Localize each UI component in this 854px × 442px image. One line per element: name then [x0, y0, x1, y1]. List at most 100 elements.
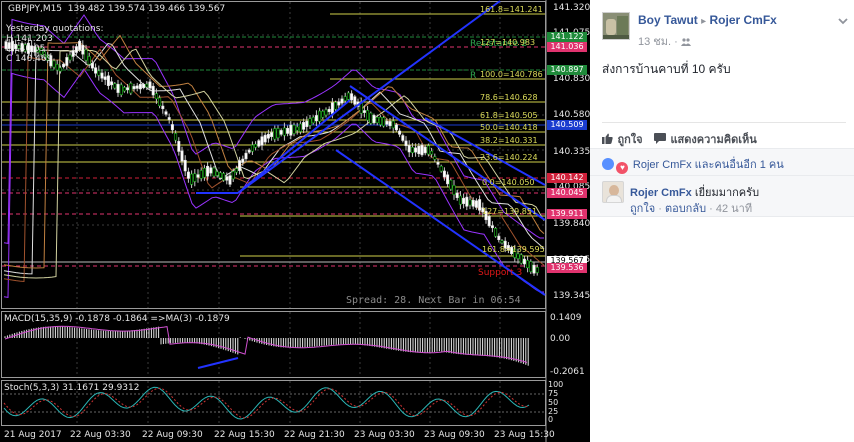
macd-label: MACD(15,35,9) -0.1878 -0.1864 =>MA(3) -0…: [4, 314, 230, 324]
price-tag: 139.911: [547, 209, 587, 219]
comment-actions: ถูกใจ · ตอบกลับ · 42 นาที: [630, 203, 753, 215]
candle: [439, 165, 443, 172]
screen: GBPJPY,M15 139.482 139.574 139.466 139.5…: [0, 0, 854, 442]
comment-reply-link[interactable]: ตอบกลับ: [665, 203, 706, 215]
price-tick: 140.830: [553, 74, 590, 84]
candle: [292, 124, 296, 134]
candle: [273, 128, 277, 140]
trading-chart[interactable]: GBPJPY,M15 139.482 139.574 139.466 139.5…: [0, 0, 590, 442]
candle: [369, 112, 373, 124]
like-icon: [602, 131, 613, 144]
candle: [289, 124, 293, 136]
reactions-row[interactable]: ♥ Rojer CmFx และคนอื่นอีก 1 คน: [602, 155, 784, 174]
candle: [215, 171, 219, 176]
candle: [119, 84, 123, 96]
comment-like-link[interactable]: ถูกใจ: [630, 203, 655, 215]
fib-level-label: 50.0=140.418: [480, 123, 538, 132]
like-button[interactable]: ถูกใจ: [602, 130, 643, 148]
candle: [238, 160, 242, 171]
author-name[interactable]: Boy Tawut: [638, 13, 698, 27]
candle: [103, 76, 107, 80]
candle: [497, 235, 501, 241]
candle: [218, 172, 222, 178]
post-time[interactable]: 13 ชม.: [638, 36, 671, 48]
facebook-post-panel: Boy Tawut ▸ Rojer CmFx 13 ชม. · ส่งการบ้…: [590, 0, 854, 442]
candle: [394, 124, 398, 131]
candle: [330, 102, 334, 114]
candle: [78, 40, 82, 51]
up-channel-line[interactable]: [237, 0, 501, 194]
price-tag: 140.142: [547, 173, 587, 183]
candle: [247, 149, 251, 153]
fib-level-label: 127=140.983: [480, 38, 536, 47]
candle: [142, 84, 146, 89]
candle: [87, 56, 91, 65]
candle: [260, 136, 264, 146]
time-tick: 22 Aug 09:30: [142, 430, 203, 440]
author-avatar[interactable]: [602, 12, 630, 40]
candle: [250, 144, 254, 152]
candle: [209, 167, 213, 174]
time-tick: 23 Aug 03:30: [354, 430, 415, 440]
candle: [353, 96, 357, 105]
like-reaction-icon: [602, 158, 614, 170]
candle: [266, 133, 270, 139]
candle: [526, 260, 530, 269]
candle: [263, 134, 267, 143]
candle: [343, 96, 347, 101]
candle: [337, 101, 341, 106]
candle: [305, 120, 309, 127]
candle: [346, 92, 350, 100]
macd-tick-zero: 0.00: [550, 334, 571, 344]
candle: [426, 145, 430, 155]
candle: [375, 117, 379, 123]
candle: [174, 133, 178, 141]
candle: [366, 110, 370, 121]
candle: [436, 162, 440, 165]
candle: [244, 152, 248, 160]
target-name[interactable]: Rojer CmFx: [710, 13, 777, 27]
price-tick: 139.345: [553, 291, 590, 301]
candle: [385, 120, 389, 125]
candle: [340, 98, 344, 104]
candle: [311, 117, 315, 124]
price-tag: 140.509: [547, 120, 587, 130]
candle: [129, 83, 133, 94]
candle: [452, 185, 456, 195]
comment-button[interactable]: แสดงความคิดเห็น: [654, 130, 757, 148]
fib-level-label: 161.8=141.241: [480, 5, 543, 14]
commenter-avatar[interactable]: [602, 181, 624, 203]
candle: [318, 110, 322, 122]
macd-divergence-line[interactable]: [197, 357, 239, 369]
candle: [167, 117, 171, 121]
fib-level-label: 78.6=140.628: [480, 93, 538, 102]
post-header: Boy Tawut ▸ Rojer CmFx: [638, 13, 777, 27]
candle: [202, 167, 206, 178]
candle: [362, 110, 366, 113]
love-reaction-icon: ♥: [616, 162, 629, 174]
candle: [100, 72, 104, 79]
candle: [327, 108, 331, 113]
candle: [414, 147, 418, 153]
candle: [58, 67, 62, 72]
candle: [462, 197, 466, 204]
chevron-down-icon[interactable]: [838, 12, 848, 25]
candle: [404, 140, 408, 147]
candle: [282, 127, 286, 136]
candle: [494, 228, 498, 237]
commenter-name[interactable]: Rojer CmFx: [630, 187, 692, 199]
candle: [55, 64, 59, 71]
comment-time[interactable]: 42 นาที: [716, 203, 752, 215]
price-tick: 140.580: [553, 110, 590, 120]
candle: [52, 60, 56, 68]
candle: [500, 240, 504, 244]
candle: [65, 57, 69, 66]
comment-text: เยี่ยมมากครับ: [694, 187, 760, 199]
candle: [193, 173, 197, 182]
candle: [487, 216, 491, 227]
price-tag: 141.122: [547, 32, 587, 42]
macd-tick-max: 0.1409: [550, 313, 582, 323]
fib-level-label: 38.2=140.331: [480, 136, 538, 145]
candle: [401, 135, 405, 141]
candle: [126, 87, 130, 91]
